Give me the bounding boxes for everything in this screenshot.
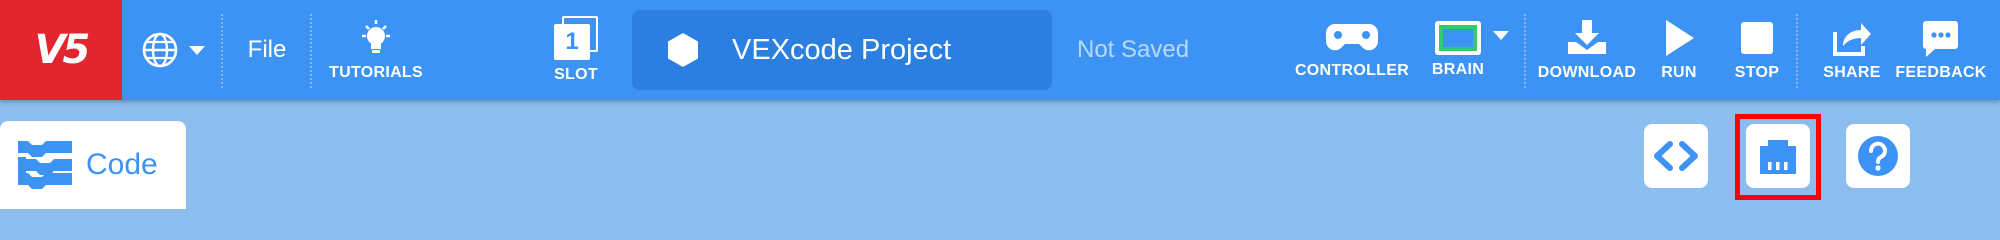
save-status: Not Saved	[1077, 36, 1190, 63]
share-button[interactable]: SHARE	[1818, 0, 1886, 100]
tutorials-label: TUTORIALS	[329, 64, 423, 81]
logo-text: V5	[34, 27, 91, 73]
gamepad-icon	[1325, 24, 1379, 51]
brain-menu-button[interactable]	[1486, 0, 1516, 100]
stop-icon	[1741, 22, 1773, 54]
help-button[interactable]	[1846, 124, 1910, 188]
play-icon	[1666, 20, 1694, 56]
hexagon-icon	[668, 33, 698, 67]
toolbar-divider	[310, 14, 312, 88]
slot-button[interactable]: 1 SLOT	[546, 0, 606, 100]
file-menu-button[interactable]: File	[236, 0, 298, 100]
toolbar: V5 File TUTORIALS 1 SLOT VEXcode Project…	[0, 0, 2000, 100]
help-icon	[1858, 136, 1898, 176]
chevron-down-icon	[189, 46, 205, 55]
feedback-button[interactable]: FEEDBACK	[1895, 0, 1987, 100]
slot-icon: 1	[554, 16, 598, 60]
download-button[interactable]: DOWNLOAD	[1534, 0, 1640, 100]
code-tab-label: Code	[86, 148, 158, 181]
run-button[interactable]: RUN	[1648, 0, 1710, 100]
tutorials-button[interactable]: TUTORIALS	[326, 0, 426, 100]
lightbulb-icon	[362, 20, 390, 53]
vex-v5-logo[interactable]: V5	[0, 0, 122, 100]
controller-button[interactable]: CONTROLLER	[1294, 0, 1410, 100]
stop-button[interactable]: STOP	[1726, 0, 1788, 100]
code-viewer-button[interactable]	[1644, 124, 1708, 188]
feedback-label: FEEDBACK	[1895, 64, 1987, 81]
devices-button[interactable]	[1746, 124, 1810, 188]
globe-icon	[142, 32, 178, 68]
share-label: SHARE	[1823, 64, 1881, 81]
controller-label: CONTROLLER	[1294, 62, 1410, 79]
run-label: RUN	[1661, 64, 1697, 81]
project-title: VEXcode Project	[732, 33, 952, 66]
code-blocks-icon	[18, 141, 72, 189]
download-label: DOWNLOAD	[1537, 64, 1637, 81]
toolbar-divider	[1796, 14, 1798, 88]
brain-button[interactable]: BRAIN	[1420, 0, 1496, 100]
slot-label: SLOT	[554, 66, 598, 83]
chat-bubble-icon	[1923, 21, 1958, 57]
brain-screen-icon	[1435, 21, 1481, 55]
code-tab[interactable]: Code	[0, 121, 186, 209]
code-view-icon	[1654, 141, 1698, 171]
chevron-down-icon	[1493, 31, 1509, 40]
brain-label: BRAIN	[1431, 61, 1485, 78]
share-icon	[1833, 23, 1871, 56]
project-name-field[interactable]: VEXcode Project	[632, 10, 1052, 90]
stop-label: STOP	[1734, 64, 1780, 81]
toolbar-divider	[1524, 14, 1526, 88]
file-menu-label: File	[247, 36, 287, 63]
download-icon	[1568, 20, 1606, 54]
slot-number: 1	[565, 28, 579, 55]
language-menu-button[interactable]	[138, 0, 210, 100]
toolbar-divider	[221, 14, 223, 88]
devices-port-icon	[1760, 140, 1796, 174]
